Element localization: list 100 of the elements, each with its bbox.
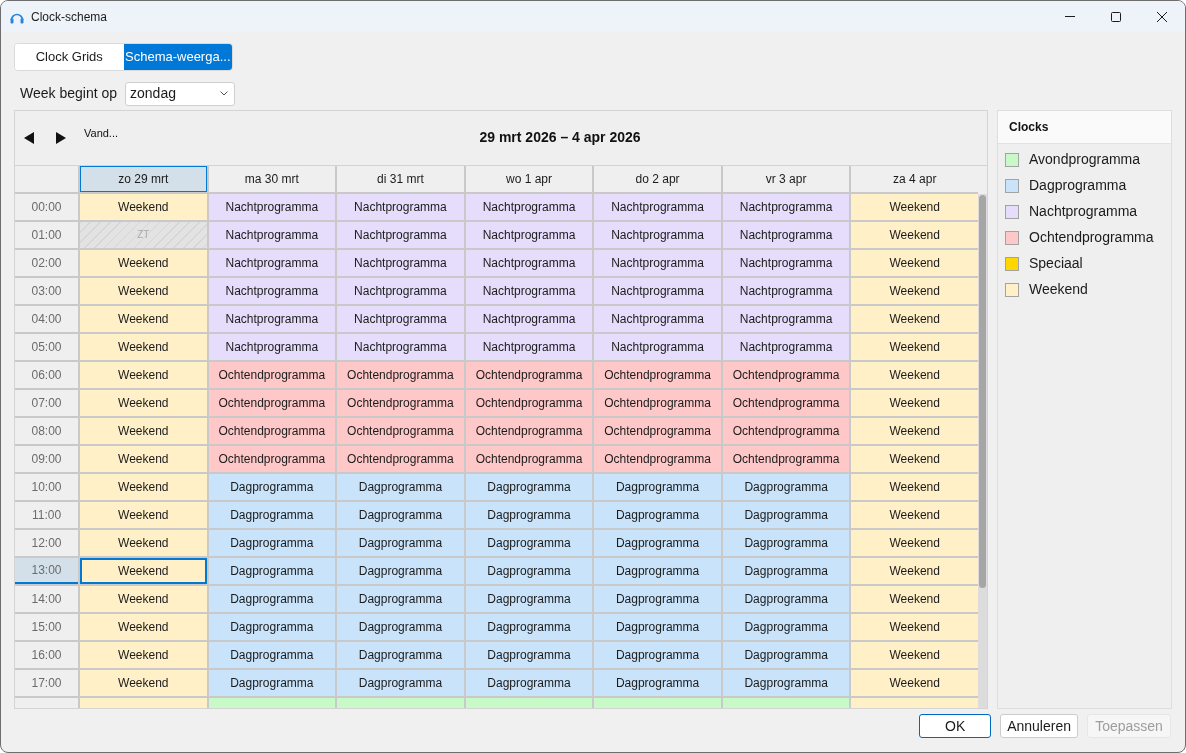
schedule-cell[interactable]: Ochtendprogramma	[594, 389, 721, 416]
week-start-dropdown[interactable]: zondag	[125, 81, 236, 106]
schedule-cell[interactable]: Nachtprogramma	[594, 305, 721, 332]
schedule-cell[interactable]: Dagprogramma	[465, 613, 593, 640]
schedule-cell[interactable]: Dagprogramma	[594, 641, 721, 668]
schedule-cell[interactable]: Ochtendprogramma	[208, 417, 336, 444]
schedule-cell[interactable]: Weekend	[80, 417, 207, 444]
schedule-cell[interactable]: Nachtprogramma	[594, 221, 721, 248]
schedule-cell[interactable]: Dagprogramma	[594, 473, 721, 500]
day-header[interactable]: vr 3 apr	[722, 165, 850, 192]
schedule-cell[interactable]: Dagprogramma	[465, 557, 593, 584]
schedule-cell[interactable]: Dagprogramma	[594, 501, 721, 528]
day-header[interactable]: ma 30 mrt	[208, 165, 336, 192]
schedule-cell[interactable]: Weekend	[80, 613, 207, 640]
dialog-button[interactable]: OK	[919, 714, 992, 738]
schedule-cell[interactable]: Nachtprogramma	[722, 221, 850, 248]
schedule-cell[interactable]	[337, 697, 464, 708]
schedule-cell[interactable]: Dagprogramma	[722, 613, 850, 640]
schedule-cell[interactable]	[851, 697, 978, 708]
schedule-cell[interactable]: Dagprogramma	[208, 557, 336, 584]
schedule-cell[interactable]: Weekend	[851, 473, 978, 500]
schedule-cell[interactable]: Weekend	[851, 613, 978, 640]
schedule-cell[interactable]: Ochtendprogramma	[722, 389, 850, 416]
schedule-cell[interactable]: Weekend	[80, 361, 207, 388]
schedule-cell[interactable]: Dagprogramma	[208, 613, 336, 640]
schedule-cell[interactable]: Nachtprogramma	[337, 277, 464, 304]
schedule-cell[interactable]: Nachtprogramma	[465, 277, 593, 304]
schedule-cell[interactable]: Weekend	[851, 361, 978, 388]
schedule-cell[interactable]: Weekend	[80, 557, 207, 584]
schedule-cell[interactable]: Ochtendprogramma	[208, 445, 336, 472]
schedule-cell[interactable]: Weekend	[851, 193, 978, 220]
schedule-cell[interactable]: Ochtendprogramma	[465, 445, 593, 472]
schedule-cell[interactable]: Ochtendprogramma	[337, 361, 464, 388]
schedule-cell[interactable]: Weekend	[80, 193, 207, 220]
schedule-cell[interactable]: Ochtendprogramma	[208, 389, 336, 416]
schedule-cell[interactable]: Nachtprogramma	[594, 193, 721, 220]
schedule-cell[interactable]: Nachtprogramma	[208, 193, 336, 220]
schedule-cell[interactable]: Ochtendprogramma	[722, 361, 850, 388]
schedule-cell[interactable]: Ochtendprogramma	[208, 361, 336, 388]
schedule-cell[interactable]: Dagprogramma	[208, 501, 336, 528]
schedule-cell[interactable]: Weekend	[851, 585, 978, 612]
day-header[interactable]: zo 29 mrt	[80, 165, 207, 192]
schedule-cell[interactable]: Ochtendprogramma	[337, 417, 464, 444]
schedule-cell[interactable]: Dagprogramma	[208, 669, 336, 696]
schedule-cell[interactable]: Nachtprogramma	[208, 249, 336, 276]
schedule-cell[interactable]: Dagprogramma	[722, 529, 850, 556]
dialog-button[interactable]: Annuleren	[1000, 714, 1078, 738]
schedule-cell[interactable]: Nachtprogramma	[208, 277, 336, 304]
schedule-cell[interactable]: Nachtprogramma	[722, 249, 850, 276]
schedule-cell[interactable]: Weekend	[80, 501, 207, 528]
schedule-cell[interactable]: Dagprogramma	[337, 641, 464, 668]
schedule-cell[interactable]: Ochtendprogramma	[465, 417, 593, 444]
schedule-cell[interactable]: Dagprogramma	[465, 641, 593, 668]
schedule-cell[interactable]: Dagprogramma	[594, 557, 721, 584]
next-week-button[interactable]	[54, 129, 68, 146]
schedule-cell[interactable]: Nachtprogramma	[465, 193, 593, 220]
schedule-cell[interactable]: Ochtendprogramma	[594, 445, 721, 472]
schedule-cell[interactable]: Weekend	[851, 221, 978, 248]
schedule-cell[interactable]: Weekend	[80, 529, 207, 556]
schedule-cell[interactable]: Nachtprogramma	[337, 221, 464, 248]
schedule-cell[interactable]	[722, 697, 850, 708]
schedule-cell[interactable]: Ochtendprogramma	[722, 417, 850, 444]
schedule-cell[interactable]: Ochtendprogramma	[337, 389, 464, 416]
schedule-cell[interactable]: Nachtprogramma	[337, 193, 464, 220]
schedule-cell[interactable]: Nachtprogramma	[594, 333, 721, 360]
schedule-cell[interactable]: Dagprogramma	[337, 669, 464, 696]
schedule-cell[interactable]: Weekend	[851, 249, 978, 276]
schedule-cell[interactable]: Dagprogramma	[594, 669, 721, 696]
schedule-cell[interactable]: Dagprogramma	[594, 613, 721, 640]
schedule-cell[interactable]: Nachtprogramma	[465, 333, 593, 360]
schedule-cell[interactable]: Nachtprogramma	[208, 333, 336, 360]
schedule-cell[interactable]: Ochtendprogramma	[465, 389, 593, 416]
schedule-cell[interactable]	[594, 697, 721, 708]
schedule-cell[interactable]: Dagprogramma	[722, 557, 850, 584]
schedule-cell[interactable]: Weekend	[80, 641, 207, 668]
today-button[interactable]: Vand...	[84, 124, 119, 142]
schedule-cell[interactable]: Dagprogramma	[337, 585, 464, 612]
schedule-cell[interactable]: Weekend	[80, 585, 207, 612]
schedule-cell[interactable]: Dagprogramma	[337, 557, 464, 584]
schedule-cell[interactable]: Nachtprogramma	[337, 305, 464, 332]
schedule-cell[interactable]: Dagprogramma	[594, 529, 721, 556]
schedule-cell[interactable]: Nachtprogramma	[208, 221, 336, 248]
schedule-cell[interactable]: Dagprogramma	[337, 529, 464, 556]
day-header[interactable]: do 2 apr	[594, 165, 721, 192]
schedule-cell[interactable]: Dagprogramma	[722, 585, 850, 612]
schedule-cell[interactable]: Nachtprogramma	[722, 305, 850, 332]
schedule-cell[interactable]: Nachtprogramma	[722, 333, 850, 360]
day-header[interactable]: za 4 apr	[851, 165, 978, 192]
schedule-cell[interactable]: Nachtprogramma	[465, 305, 593, 332]
schedule-cell[interactable]	[80, 697, 207, 708]
schedule-cell[interactable]: Dagprogramma	[208, 585, 336, 612]
schedule-cell[interactable]: Nachtprogramma	[465, 221, 593, 248]
schedule-cell[interactable]: Weekend	[80, 473, 207, 500]
schedule-cell[interactable]: Dagprogramma	[337, 473, 464, 500]
schedule-cell[interactable]: Weekend	[851, 501, 978, 528]
schedule-cell[interactable]: Dagprogramma	[465, 669, 593, 696]
schedule-cell[interactable]: Ochtendprogramma	[337, 445, 464, 472]
schedule-cell[interactable]: Nachtprogramma	[465, 249, 593, 276]
schedule-cell[interactable]: Nachtprogramma	[337, 333, 464, 360]
schedule-cell[interactable]: Weekend	[851, 417, 978, 444]
